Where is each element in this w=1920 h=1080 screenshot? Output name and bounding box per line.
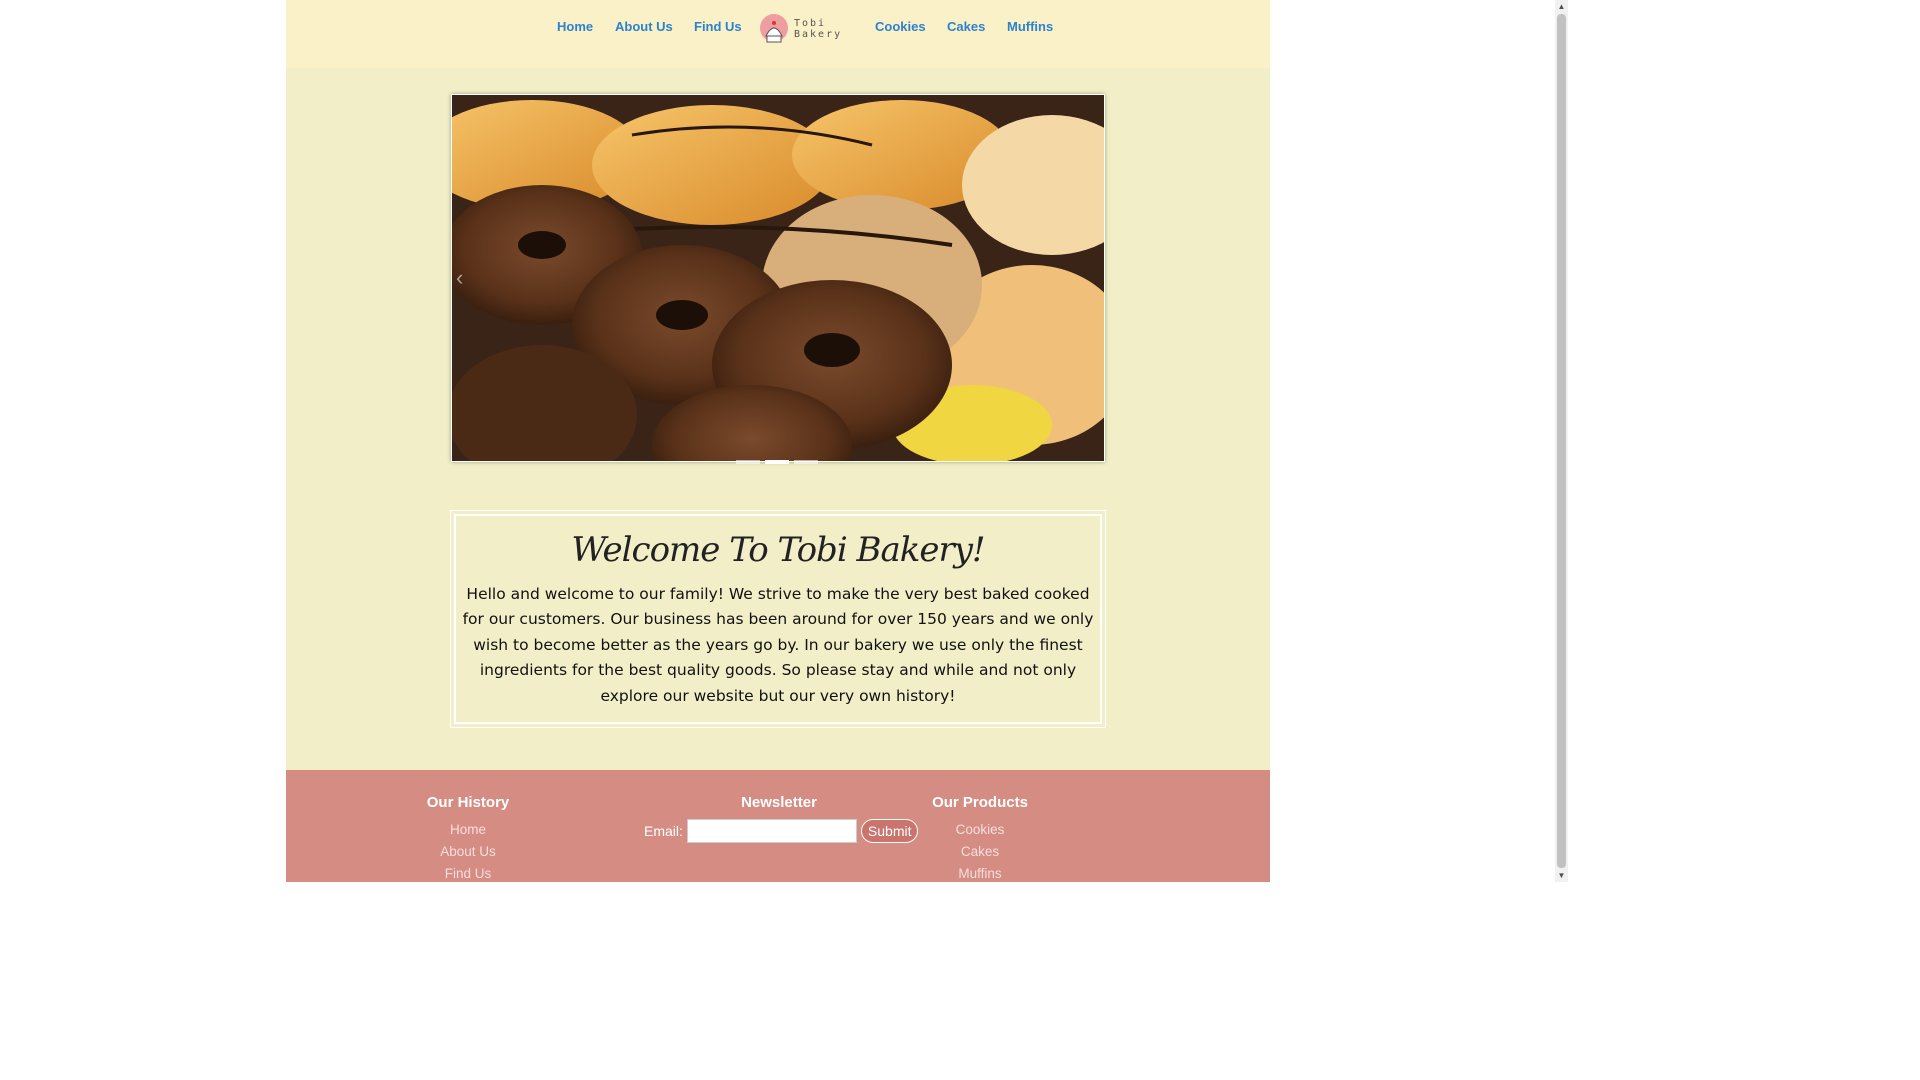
- footer-products-column: Our Products Cookies Cakes Muffins: [918, 794, 1042, 885]
- logo-wordmark: Tobi Bakery: [794, 18, 842, 40]
- nav-find-us-link[interactable]: Find Us: [694, 19, 742, 34]
- nav-cookies-link[interactable]: Cookies: [875, 19, 926, 34]
- footer-muffins-link[interactable]: Muffins: [918, 863, 1042, 885]
- logo-line-2: Bakery: [794, 29, 843, 40]
- vertical-scrollbar[interactable]: ▲ ▼: [1555, 0, 1568, 882]
- hero-image-carousel[interactable]: [451, 94, 1105, 462]
- tobi-bakery-logo[interactable]: Tobi Bakery: [758, 11, 844, 47]
- scroll-up-icon[interactable]: ▲: [1555, 0, 1568, 13]
- nav-cakes-link[interactable]: Cakes: [947, 19, 985, 34]
- email-label: Email:: [644, 823, 683, 839]
- welcome-panel-inner: Welcome To Tobi Bakery! Hello and welcom…: [454, 514, 1102, 724]
- footer-products-title: Our Products: [932, 794, 1028, 811]
- footer-home-link[interactable]: Home: [406, 819, 530, 841]
- carousel-dot[interactable]: [736, 460, 760, 464]
- scroll-down-icon[interactable]: ▼: [1555, 869, 1568, 882]
- nav-muffins-link[interactable]: Muffins: [1007, 19, 1053, 34]
- submit-button[interactable]: Submit: [860, 819, 919, 843]
- footer: Our History Home About Us Find Us Newsle…: [286, 770, 1270, 882]
- nav-about-us-link[interactable]: About Us: [615, 19, 673, 34]
- footer-find-us-link[interactable]: Find Us: [406, 863, 530, 885]
- logo-line-1: Tobi: [794, 18, 827, 29]
- footer-cookies-link[interactable]: Cookies: [918, 819, 1042, 841]
- footer-newsletter-title: Newsletter: [741, 794, 817, 811]
- carousel-prev-arrow-icon[interactable]: ‹: [456, 267, 470, 289]
- top-navigation: Home About Us Find Us Tobi Bakery Cookie…: [286, 0, 1270, 68]
- carousel-dot-active[interactable]: [765, 460, 789, 464]
- carousel-dot[interactable]: [794, 460, 818, 464]
- carousel-indicators: [736, 460, 818, 464]
- page: Home About Us Find Us Tobi Bakery Cookie…: [286, 0, 1270, 882]
- welcome-panel: Welcome To Tobi Bakery! Hello and welcom…: [450, 510, 1106, 728]
- welcome-title: Welcome To Tobi Bakery!: [571, 530, 985, 570]
- footer-about-us-link[interactable]: About Us: [406, 841, 530, 863]
- cupcake-logo-icon: [760, 14, 788, 43]
- email-field[interactable]: [686, 819, 857, 843]
- welcome-text: Hello and welcome to our family! We stri…: [462, 585, 1094, 705]
- footer-history-column: Our History Home About Us Find Us: [406, 794, 530, 885]
- newsletter-form: Email: Submit: [644, 819, 919, 843]
- nav-home-link[interactable]: Home: [557, 19, 593, 34]
- pastry-photo: [452, 95, 1104, 461]
- footer-cakes-link[interactable]: Cakes: [918, 841, 1042, 863]
- footer-history-title: Our History: [426, 794, 510, 811]
- scrollbar-thumb[interactable]: [1557, 14, 1566, 868]
- footer-newsletter-column: Newsletter Email: Submit: [644, 794, 919, 843]
